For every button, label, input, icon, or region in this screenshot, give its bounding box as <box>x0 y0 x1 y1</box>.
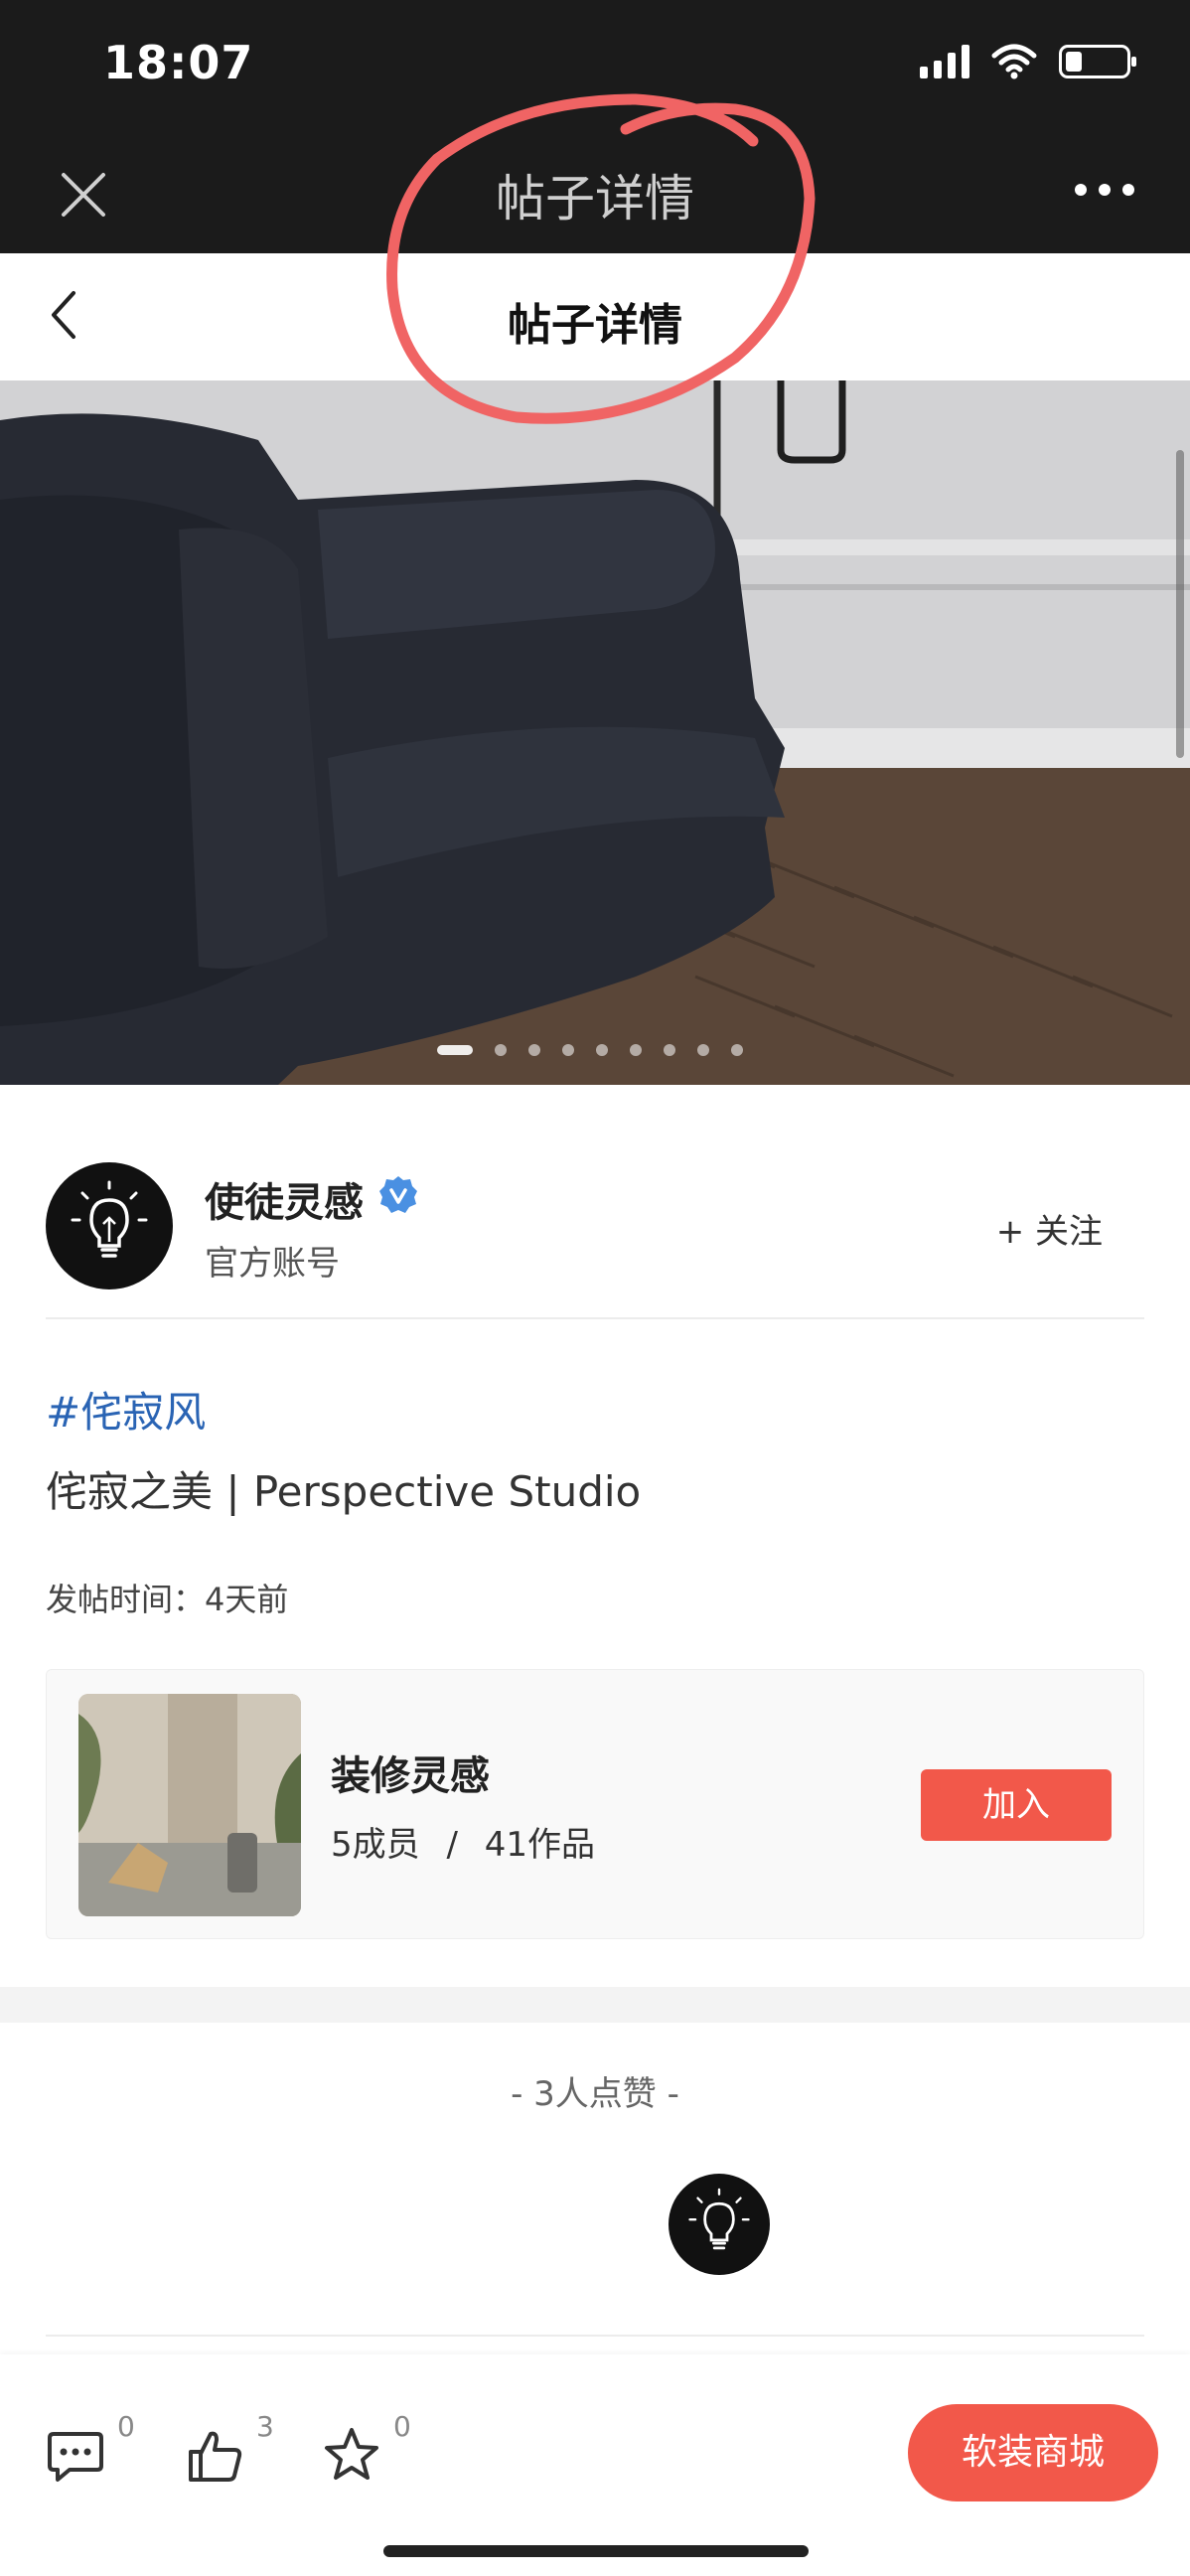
liker-avatar[interactable] <box>669 2174 770 2275</box>
post-time: 发帖时间：4天前 <box>46 1575 288 1620</box>
status-time: 18:07 <box>103 36 254 89</box>
post-image-carousel[interactable] <box>0 380 1190 1085</box>
post-hashtag[interactable]: #侘寂风 <box>46 1379 206 1440</box>
stats-separator: / <box>446 1825 458 1865</box>
more-icon[interactable] <box>1075 184 1134 196</box>
community-works: 41作品 <box>484 1825 595 1865</box>
interior-thumbnail-image <box>78 1694 301 1916</box>
carousel-dot[interactable] <box>697 1044 709 1056</box>
post-time-label: 发帖时间： <box>46 1581 206 1618</box>
status-bar: 18:07 <box>0 0 1190 139</box>
likes-title: - 3人点赞 - <box>511 2074 679 2114</box>
signal-icon <box>920 45 969 78</box>
wifi-icon <box>991 44 1037 79</box>
battery-icon <box>1059 45 1136 78</box>
follow-button[interactable]: + 关注 <box>996 1204 1103 1253</box>
carousel-dot[interactable] <box>562 1044 574 1056</box>
home-indicator[interactable] <box>383 2545 809 2557</box>
author-avatar[interactable] <box>46 1162 173 1289</box>
like-count: 3 <box>256 2410 274 2443</box>
carousel-dot[interactable] <box>664 1044 675 1056</box>
image-scrollbar <box>1176 450 1184 758</box>
community-card[interactable]: 装修灵感 5成员 / 41作品 加入 <box>46 1669 1144 1939</box>
author-name[interactable]: 使徒灵感 <box>205 1170 364 1228</box>
comment-icon <box>48 2432 103 2482</box>
status-icons <box>920 44 1136 79</box>
community-title: 装修灵感 <box>331 1753 490 1799</box>
carousel-dot[interactable] <box>528 1044 540 1056</box>
carousel-dot-active[interactable] <box>437 1045 473 1055</box>
likes-divider <box>46 2335 1144 2337</box>
favorite-count: 0 <box>393 2410 411 2443</box>
carousel-dot[interactable] <box>495 1044 507 1056</box>
lightbulb-icon <box>71 1180 148 1258</box>
thumbs-up-icon <box>189 2431 242 2482</box>
community-stats: 5成员 / 41作品 <box>331 1817 595 1866</box>
community-thumbnail <box>78 1694 301 1916</box>
armchair-photo <box>0 380 1190 1085</box>
post-time-value: 4天前 <box>205 1581 289 1618</box>
carousel-dot[interactable] <box>630 1044 642 1056</box>
carousel-dot[interactable] <box>596 1044 608 1056</box>
shop-button[interactable]: 软装商城 <box>908 2404 1158 2501</box>
verified-badge-icon <box>379 1176 417 1213</box>
section-divider <box>0 1987 1190 2023</box>
mini-program-bar: 帖子详情 <box>0 139 1190 253</box>
page-title: 帖子详情 <box>508 300 682 351</box>
post-text: 侘寂之美 | Perspective Studio <box>46 1467 642 1516</box>
author-subtitle: 官方账号 <box>205 1244 340 1284</box>
author-row: 使徒灵感 官方账号 + 关注 <box>46 1160 1144 1319</box>
favorite-button[interactable]: 0 <box>322 2410 421 2490</box>
carousel-indicator <box>437 1044 743 1056</box>
bottom-action-bar: 0 3 0 软装商城 <box>0 2354 1190 2576</box>
community-members: 5成员 <box>331 1825 420 1865</box>
page-header: 帖子详情 <box>0 253 1190 380</box>
join-button[interactable]: 加入 <box>921 1769 1112 1841</box>
comment-count: 0 <box>117 2410 135 2443</box>
star-icon <box>325 2428 378 2480</box>
mini-program-title: 帖子详情 <box>496 170 694 227</box>
lightbulb-icon <box>688 2188 750 2250</box>
comment-button[interactable]: 0 <box>46 2410 145 2490</box>
like-button[interactable]: 3 <box>185 2410 284 2490</box>
carousel-dot[interactable] <box>731 1044 743 1056</box>
